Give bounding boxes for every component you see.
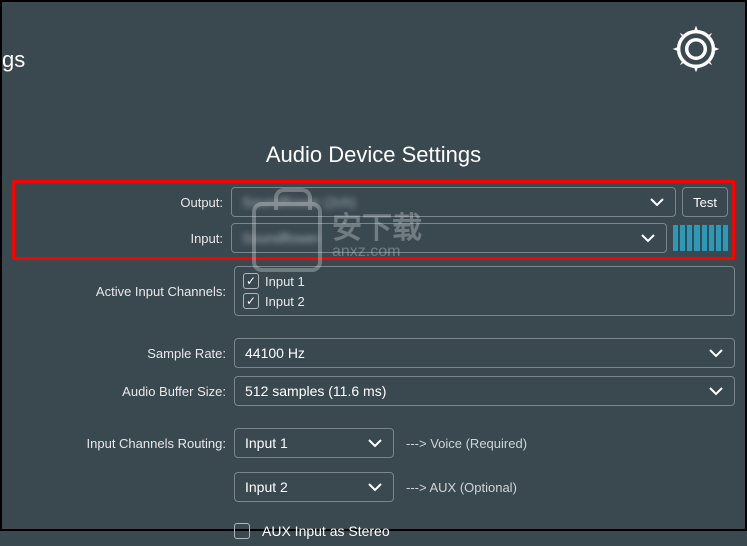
routing-voice-hint: ---> Voice (Required) — [406, 436, 527, 451]
highlighted-io-section: Output: Soundflower (2ch) Test Input: So… — [12, 180, 735, 260]
output-dropdown[interactable]: Soundflower (2ch) — [231, 187, 676, 217]
test-button[interactable]: Test — [682, 187, 728, 217]
page-title: gs — [2, 47, 25, 73]
aux-stereo-label: AUX Input as Stereo — [262, 523, 390, 539]
input2-checkbox[interactable] — [243, 293, 259, 309]
chevron-down-icon — [640, 232, 656, 244]
chevron-down-icon — [367, 481, 383, 493]
gear-icon[interactable] — [667, 20, 725, 78]
buffer-size-dropdown[interactable]: 512 samples (11.6 ms) — [234, 376, 735, 406]
routing-voice-dropdown[interactable]: Input 1 — [234, 428, 394, 458]
input-value: Soundflower — [242, 230, 320, 246]
sample-rate-label: Sample Rate: — [12, 346, 234, 361]
input2-checkbox-label: Input 2 — [265, 294, 305, 309]
input1-checkbox-label: Input 1 — [265, 274, 305, 289]
sample-rate-value: 44100 Hz — [245, 345, 305, 361]
routing-voice-value: Input 1 — [245, 435, 288, 451]
chevron-down-icon — [708, 347, 724, 359]
buffer-size-value: 512 samples (11.6 ms) — [245, 383, 386, 399]
input1-checkbox[interactable] — [243, 273, 259, 289]
output-value: Soundflower (2ch) — [242, 194, 356, 210]
active-channels-group: Input 1 Input 2 — [234, 266, 735, 316]
chevron-down-icon — [367, 437, 383, 449]
routing-aux-hint: ---> AUX (Optional) — [406, 480, 517, 495]
chevron-down-icon — [649, 196, 665, 208]
chevron-down-icon — [708, 385, 724, 397]
output-label: Output: — [19, 195, 231, 210]
routing-aux-dropdown[interactable]: Input 2 — [234, 472, 394, 502]
section-title: Audio Device Settings — [12, 142, 735, 168]
active-channels-label: Active Input Channels: — [12, 284, 234, 299]
input-label: Input: — [19, 231, 231, 246]
buffer-size-label: Audio Buffer Size: — [12, 384, 234, 399]
routing-label: Input Channels Routing: — [12, 436, 234, 451]
aux-stereo-checkbox[interactable] — [234, 523, 250, 539]
input-dropdown[interactable]: Soundflower — [231, 223, 667, 253]
sample-rate-dropdown[interactable]: 44100 Hz — [234, 338, 735, 368]
input-level-meter — [673, 225, 728, 251]
routing-aux-value: Input 2 — [245, 479, 288, 495]
